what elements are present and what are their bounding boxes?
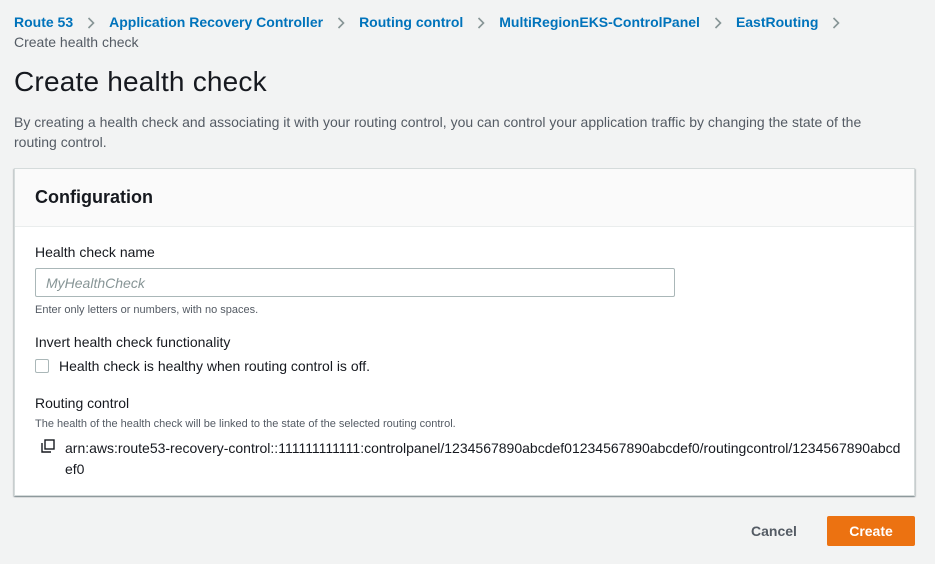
routing-control-arn: arn:aws:route53-recovery-control::111111… [65,440,901,477]
breadcrumb-link-control-panel[interactable]: MultiRegionEKS-ControlPanel [499,12,700,32]
chevron-right-icon [323,12,359,32]
routing-control-hint: The health of the health check will be l… [35,418,456,430]
breadcrumb-link-arc[interactable]: Application Recovery Controller [109,12,323,32]
chevron-right-icon [463,12,499,32]
cancel-button[interactable]: Cancel [738,516,810,546]
invert-label: Invert health check functionality [35,334,231,350]
page-title: Create health check [14,66,267,97]
panel-header: Configuration [15,169,914,227]
health-check-name-input[interactable] [35,268,675,297]
chevron-right-icon [73,12,109,32]
health-check-name-hint: Enter only letters or numbers, with no s… [35,304,259,316]
health-check-name-label: Health check name [35,244,155,260]
invert-checkbox-row[interactable]: Health check is healthy when routing con… [35,358,370,374]
invert-checkbox[interactable] [35,359,49,373]
create-button[interactable]: Create [827,516,915,546]
copy-icon[interactable] [41,439,57,455]
routing-control-arn-row: arn:aws:route53-recovery-control::111111… [41,438,901,480]
breadcrumb-link-routing-control[interactable]: Routing control [359,12,463,32]
breadcrumb-link-east-routing[interactable]: EastRouting [736,12,818,32]
chevron-right-icon [700,12,736,32]
breadcrumb-current: Create health check [14,34,139,50]
configuration-panel: Configuration Health check name Enter on… [14,168,915,496]
panel-title: Configuration [35,187,153,207]
chevron-right-icon [818,12,854,32]
invert-checkbox-label[interactable]: Health check is healthy when routing con… [59,358,370,374]
breadcrumb: Route 53 Application Recovery Controller… [14,12,914,52]
routing-control-label: Routing control [35,395,130,411]
page-description: By creating a health check and associati… [14,114,862,150]
breadcrumb-link-route53[interactable]: Route 53 [14,12,73,32]
